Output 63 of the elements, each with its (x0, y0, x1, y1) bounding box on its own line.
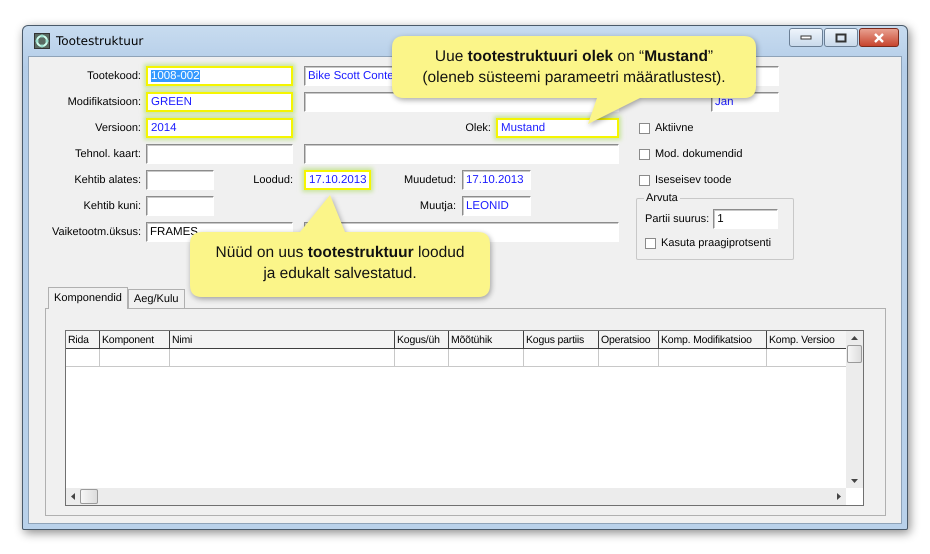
scroll-thumb[interactable] (80, 489, 98, 504)
field-label: Vaiketootm.üksus: (50, 226, 141, 238)
text-field[interactable]: 1 (713, 209, 778, 229)
column-header[interactable]: Nimi (170, 331, 395, 349)
text-field[interactable]: 2014 (146, 118, 293, 138)
column-header[interactable]: Operatsioo (599, 331, 659, 349)
tab[interactable]: Aeg/Kulu (128, 289, 185, 308)
vertical-scrollbar[interactable] (846, 331, 863, 488)
checkbox-label: Kasuta praagiprotsenti (661, 237, 772, 249)
tab[interactable]: Komponendid (48, 287, 128, 309)
field-label: Kehtib kuni: (82, 200, 141, 212)
text-field[interactable]: Mustand (496, 118, 619, 138)
minimize-icon (800, 34, 812, 40)
table-cell[interactable] (66, 349, 100, 367)
column-header[interactable]: Komp. Modifikatsioo (659, 331, 767, 349)
table-cell[interactable] (599, 349, 659, 367)
checkbox[interactable] (645, 238, 656, 248)
field-label: Partii suurus: (645, 213, 710, 225)
text-field[interactable]: 17.10.2013 (462, 170, 531, 190)
window-title: Tootestruktuur (56, 34, 144, 48)
close-button[interactable] (859, 28, 899, 47)
column-header[interactable]: Kogus/üh (395, 331, 449, 349)
maximize-icon (835, 32, 847, 42)
table-cell[interactable] (395, 349, 449, 367)
field-label: Tootekood: (86, 70, 141, 82)
column-header[interactable]: Komp. Versioo (767, 331, 846, 349)
group-title: Arvuta (644, 192, 680, 204)
text-field[interactable] (146, 196, 214, 216)
scroll-thumb[interactable] (847, 345, 862, 363)
field-label: Muudetud: (403, 174, 456, 186)
table-cell[interactable] (449, 349, 524, 367)
close-icon (873, 32, 885, 42)
checkbox[interactable] (639, 148, 650, 160)
minimize-button[interactable] (789, 28, 823, 47)
table-cell[interactable] (659, 349, 767, 367)
text-field[interactable]: 17.10.2013 (304, 170, 371, 190)
field-label: Loodud: (252, 174, 293, 186)
text-field[interactable] (146, 170, 214, 190)
horizontal-scrollbar[interactable] (66, 488, 846, 505)
column-header[interactable]: Mõõtühik (449, 331, 524, 349)
field-label: Versioon: (94, 122, 141, 134)
table-cell[interactable] (100, 349, 170, 367)
column-header[interactable]: Kogus partiis (524, 331, 599, 349)
text-field[interactable]: LEONID (462, 196, 531, 216)
checkbox-label: Iseseisev toode (655, 174, 732, 186)
app-icon (34, 33, 50, 49)
checkbox[interactable] (639, 174, 650, 186)
field-label: Kehtib alates: (73, 174, 141, 186)
table-cell[interactable] (170, 349, 395, 367)
maximize-button[interactable] (824, 28, 858, 47)
table-cell[interactable] (524, 349, 599, 367)
field-label: Olek: (464, 122, 491, 134)
text-field[interactable] (146, 144, 293, 164)
text-field[interactable]: GREEN (146, 92, 293, 112)
field-label: Modifikatsioon: (66, 96, 141, 108)
field-label: Tehnol. kaart: (74, 148, 141, 160)
column-header[interactable]: Rida (66, 331, 100, 349)
text-field[interactable] (304, 144, 619, 164)
checkbox[interactable] (639, 122, 650, 134)
checkbox-label: Mod. dokumendid (655, 148, 742, 160)
field-label: Muutja: (418, 200, 456, 212)
checkbox-label: Aktiivne (655, 122, 694, 134)
column-header[interactable]: Komponent (100, 331, 170, 349)
